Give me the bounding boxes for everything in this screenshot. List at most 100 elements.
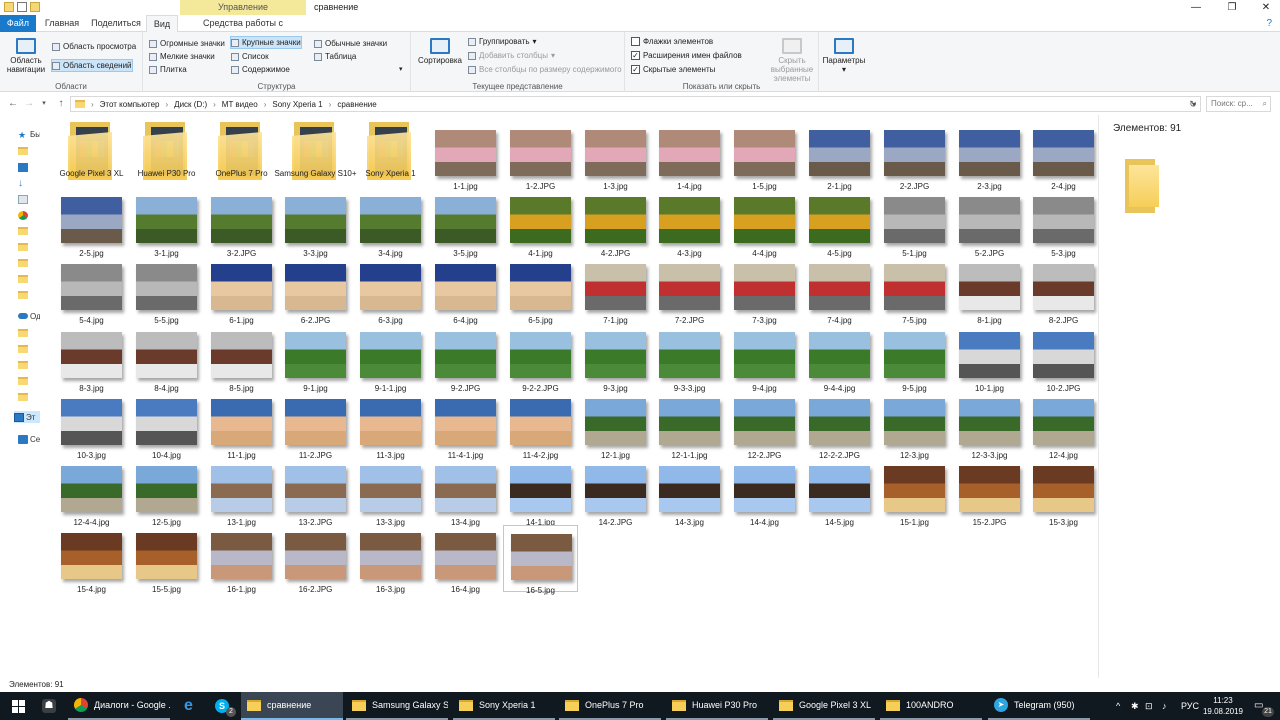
file-item[interactable]: 13-3.jpg bbox=[353, 458, 428, 527]
context-tab-manage[interactable]: Управление bbox=[180, 0, 306, 15]
maximize-button[interactable]: ❐ bbox=[1214, 0, 1250, 15]
nav-desktop[interactable] bbox=[18, 161, 40, 173]
file-item[interactable]: 12-3-3.jpg bbox=[952, 391, 1027, 460]
file-item[interactable]: 10-2.JPG bbox=[1026, 324, 1101, 393]
nav-folder[interactable] bbox=[18, 343, 40, 355]
taskbar-item-pixel[interactable]: Google Pixel 3 XL bbox=[773, 692, 875, 720]
file-item[interactable]: 2-4.jpg bbox=[1026, 122, 1101, 191]
file-item[interactable]: 6-3.jpg bbox=[353, 256, 428, 325]
file-item[interactable]: 15-5.jpg bbox=[129, 525, 204, 594]
breadcrumb-comparison[interactable]: сравнение bbox=[337, 100, 376, 109]
nav-folder[interactable] bbox=[18, 273, 40, 285]
file-item[interactable]: 14-3.jpg bbox=[652, 458, 727, 527]
taskbar-item-oneplus[interactable]: OnePlus 7 Pro bbox=[559, 692, 661, 720]
recent-chevron-icon[interactable]: ▾ bbox=[37, 97, 51, 111]
sort-button[interactable]: Сортировка bbox=[415, 38, 465, 65]
file-item[interactable]: 4-1.jpg bbox=[503, 189, 578, 258]
search-input[interactable]: Поиск: ср... ⌕ bbox=[1206, 96, 1271, 112]
file-item[interactable]: 16-4.jpg bbox=[428, 525, 503, 594]
file-item[interactable]: 1-2.JPG bbox=[503, 122, 578, 191]
folder-item[interactable]: Samsung Galaxy S10+ bbox=[274, 122, 357, 189]
file-item[interactable]: 12-1.jpg bbox=[578, 391, 653, 460]
file-item[interactable]: 15-4.jpg bbox=[54, 525, 129, 594]
file-item[interactable]: 14-1.jpg bbox=[503, 458, 578, 527]
properties-icon[interactable] bbox=[17, 2, 27, 12]
start-windows-icon[interactable] bbox=[12, 700, 25, 713]
nav-folder[interactable] bbox=[18, 225, 40, 237]
nav-folder[interactable] bbox=[18, 241, 40, 253]
nav-onedrive[interactable]: Од bbox=[18, 310, 40, 322]
file-item[interactable]: 11-4-2.jpg bbox=[503, 391, 578, 460]
add-columns-button[interactable]: Добавить столбцы ▾ bbox=[468, 49, 555, 62]
taskbar-item-chrome[interactable]: Диалоги - Google ... bbox=[68, 692, 170, 720]
details-pane-button[interactable]: Область сведений bbox=[51, 59, 133, 72]
file-item[interactable]: 15-3.jpg bbox=[1026, 458, 1101, 527]
help-icon[interactable]: ? bbox=[1266, 15, 1272, 32]
notifications-icon[interactable]: ▭ bbox=[1254, 692, 1263, 720]
file-item[interactable]: 13-4.jpg bbox=[428, 458, 503, 527]
refresh-icon[interactable]: ↻ bbox=[1186, 97, 1200, 111]
file-item[interactable]: 3-1.jpg bbox=[129, 189, 204, 258]
nav-folder[interactable] bbox=[18, 391, 40, 403]
nav-folder[interactable] bbox=[18, 359, 40, 371]
layout-tiles[interactable]: Плитка bbox=[149, 63, 187, 76]
file-item[interactable]: 7-1.jpg bbox=[578, 256, 653, 325]
file-item[interactable]: 15-1.jpg bbox=[877, 458, 952, 527]
nav-network[interactable]: Се bbox=[18, 433, 40, 445]
file-item[interactable]: 4-5.jpg bbox=[802, 189, 877, 258]
file-item[interactable]: 4-3.jpg bbox=[652, 189, 727, 258]
hide-selected-button[interactable]: Скрыть выбранные элементы bbox=[763, 38, 821, 83]
file-item[interactable]: 11-2.JPG bbox=[278, 391, 353, 460]
file-item[interactable]: 9-1-1.jpg bbox=[353, 324, 428, 393]
file-item[interactable]: 10-3.jpg bbox=[54, 391, 129, 460]
file-item[interactable]: 9-1.jpg bbox=[278, 324, 353, 393]
file-item[interactable]: 6-2.JPG bbox=[278, 256, 353, 325]
taskbar-item-comparison[interactable]: сравнение bbox=[241, 692, 343, 720]
file-item[interactable]: 10-4.jpg bbox=[129, 391, 204, 460]
preview-pane-button[interactable]: Область просмотра bbox=[52, 40, 136, 53]
nav-quick-access[interactable]: ★ Бы bbox=[18, 128, 40, 140]
file-item[interactable]: 11-3.jpg bbox=[353, 391, 428, 460]
nav-chrome[interactable] bbox=[18, 209, 40, 221]
file-item[interactable]: 9-4.jpg bbox=[727, 324, 802, 393]
taskbar-item-samsung[interactable]: Samsung Galaxy S1... bbox=[346, 692, 448, 720]
taskbar-item-telegram[interactable]: ➤ Telegram (950) bbox=[988, 692, 1090, 720]
file-item[interactable]: 9-3.jpg bbox=[578, 324, 653, 393]
file-item[interactable]: 8-3.jpg bbox=[54, 324, 129, 393]
file-item[interactable]: 14-5.jpg bbox=[802, 458, 877, 527]
file-item[interactable]: 10-1.jpg bbox=[952, 324, 1027, 393]
file-item[interactable]: 3-3.jpg bbox=[278, 189, 353, 258]
nav-documents[interactable] bbox=[18, 193, 40, 205]
forward-arrow-icon[interactable]: → bbox=[22, 97, 36, 111]
file-item[interactable]: 2-1.jpg bbox=[802, 122, 877, 191]
file-item[interactable]: 5-2.JPG bbox=[952, 189, 1027, 258]
layout-medium-icons[interactable]: Обычные значки bbox=[314, 37, 387, 50]
file-item[interactable]: 5-4.jpg bbox=[54, 256, 129, 325]
file-item[interactable]: 7-2.JPG bbox=[652, 256, 727, 325]
edge-icon[interactable]: e bbox=[184, 698, 198, 714]
taskbar-item-sony[interactable]: Sony Xperia 1 bbox=[453, 692, 555, 720]
breadcrumb-sony-xperia[interactable]: Sony Xperia 1 bbox=[272, 100, 322, 109]
address-bar[interactable]: › Этот компьютер › Диск (D:) › MT видео … bbox=[70, 96, 1201, 112]
file-item[interactable]: 16-5.jpg bbox=[503, 525, 578, 595]
group-by-button[interactable]: Группировать ▾ bbox=[468, 35, 537, 48]
file-item[interactable]: 12-5.jpg bbox=[129, 458, 204, 527]
back-arrow-icon[interactable]: ← bbox=[6, 97, 20, 111]
file-item[interactable]: 12-1-1.jpg bbox=[652, 391, 727, 460]
file-item[interactable]: 3-5.jpg bbox=[428, 189, 503, 258]
language-indicator[interactable]: РУС bbox=[1181, 692, 1199, 720]
file-item[interactable]: 13-1.jpg bbox=[204, 458, 279, 527]
file-item[interactable]: 9-5.jpg bbox=[877, 324, 952, 393]
tab-view[interactable]: Вид bbox=[146, 15, 178, 33]
taskbar-item-huawei[interactable]: Huawei P30 Pro bbox=[666, 692, 768, 720]
file-item[interactable]: 8-2.JPG bbox=[1026, 256, 1101, 325]
file-item[interactable]: 3-4.jpg bbox=[353, 189, 428, 258]
minimize-button[interactable]: — bbox=[1178, 0, 1214, 15]
app-icon[interactable]: ☗ bbox=[42, 699, 56, 713]
file-item[interactable]: 1-1.jpg bbox=[428, 122, 503, 191]
file-item[interactable]: 6-1.jpg bbox=[204, 256, 279, 325]
folder-item[interactable]: Google Pixel 3 XL bbox=[54, 122, 129, 189]
nav-folder[interactable] bbox=[18, 327, 40, 339]
file-item[interactable]: 13-2.JPG bbox=[278, 458, 353, 527]
layout-content[interactable]: Содержимое bbox=[231, 63, 290, 76]
